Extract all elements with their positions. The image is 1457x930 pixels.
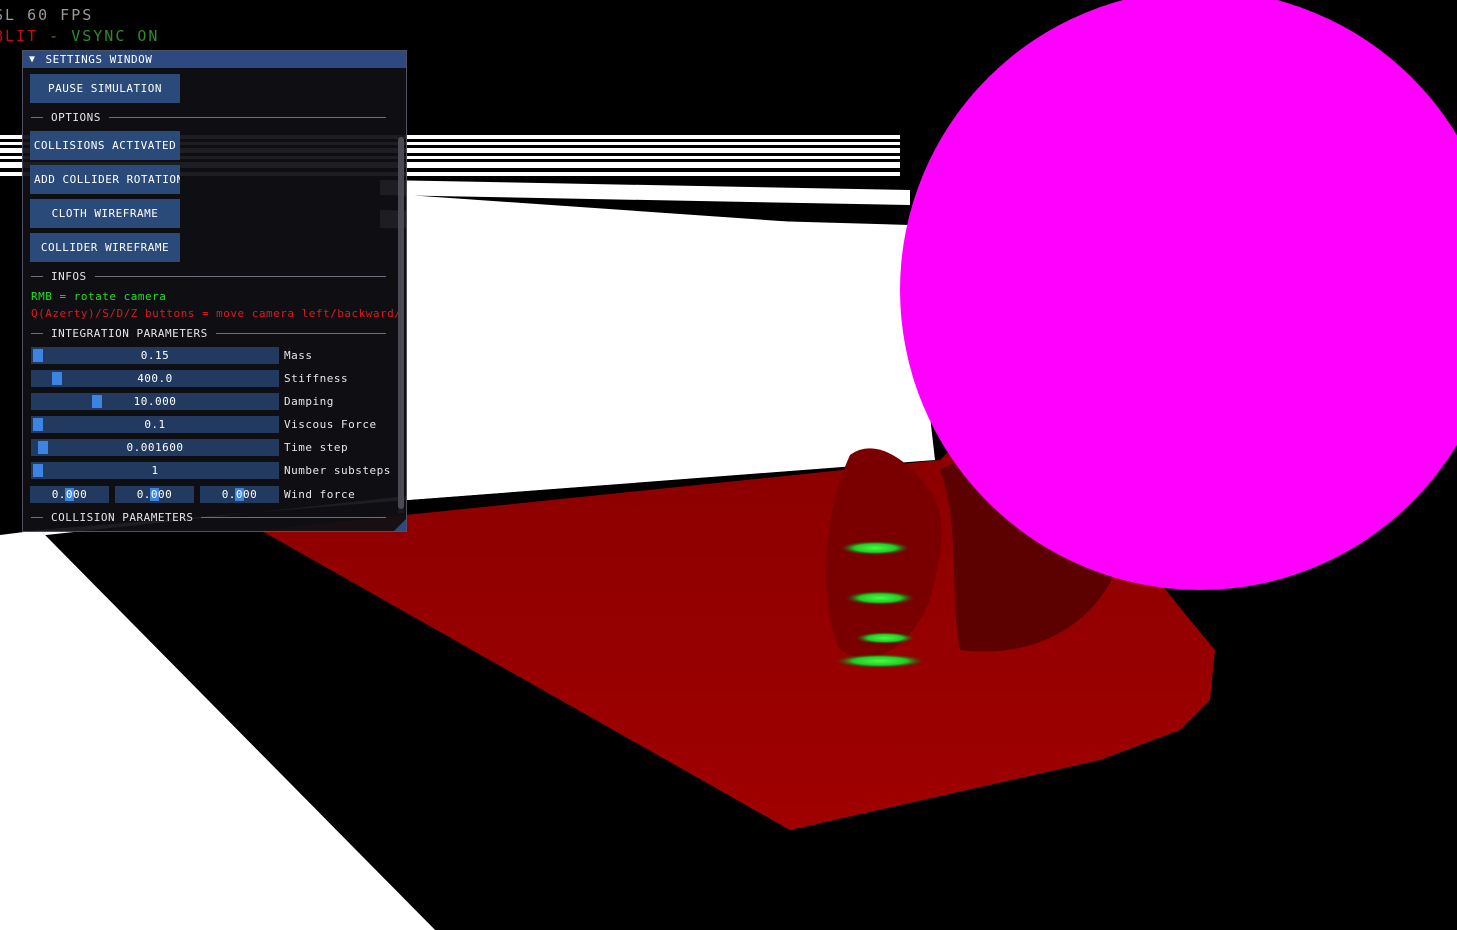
time-step-value: 0.001600 [126, 441, 184, 454]
window-title-bar[interactable]: ▼ SETTINGS WINDOW [23, 51, 406, 68]
info-move-camera: Q(Azerty)/S/D/Z buttons = move camera le… [31, 307, 402, 320]
vsync-status: BLIT - VSYNC ON [0, 27, 159, 45]
collision-parameters-header: COLLISION PARAMETERS [31, 511, 386, 524]
stiffness-slider[interactable]: 400.0 [31, 370, 279, 387]
mass-label: Mass [284, 349, 313, 362]
stiffness-label: Stiffness [284, 372, 349, 385]
settings-window[interactable]: ▼ SETTINGS WINDOW PAUSE SIMULATION OPTIO… [22, 50, 407, 532]
vsync-suffix: - VSYNC ON [38, 27, 160, 45]
wind-force-x-slider[interactable]: 0.000 [30, 486, 109, 503]
viscous-force-value: 0.1 [144, 418, 166, 431]
scrollbar-thumb[interactable] [398, 137, 404, 509]
wind-force-label: Wind force [284, 488, 356, 501]
collider-wireframe-button[interactable]: COLLIDER WIREFRAME [30, 233, 180, 262]
stiffness-value: 400.0 [137, 372, 173, 385]
collisions-toggle-button[interactable]: COLLISIONS ACTIVATED [30, 131, 180, 160]
time-step-label: Time step [284, 441, 349, 454]
resize-grip-icon[interactable] [394, 519, 406, 531]
mass-slider[interactable]: 0.15 [31, 347, 279, 364]
wind-force-x-value: 0.000 [51, 488, 88, 501]
cloth-wireframe-button[interactable]: CLOTH WIREFRAME [30, 199, 180, 228]
wind-force-y-value: 0.000 [136, 488, 173, 501]
damping-value: 10.000 [133, 395, 177, 408]
collision-highlight [840, 541, 910, 555]
pause-simulation-button[interactable]: PAUSE SIMULATION [30, 74, 180, 103]
infos-header: INFOS [31, 270, 386, 283]
number-substeps-slider[interactable]: 1 [31, 462, 279, 479]
mass-value: 0.15 [140, 349, 170, 362]
window-title: SETTINGS WINDOW [45, 53, 153, 66]
fps-counter: SL 60 FPS [0, 6, 94, 24]
integration-parameters-header: INTEGRATION PARAMETERS [31, 327, 386, 340]
damping-label: Damping [284, 395, 334, 408]
number-substeps-label: Number substeps [284, 464, 391, 477]
info-rotate-camera: RMB = rotate camera [31, 290, 167, 303]
wind-force-z-slider[interactable]: 0.000 [200, 486, 279, 503]
options-header: OPTIONS [31, 111, 386, 124]
viscous-force-slider[interactable]: 0.1 [31, 416, 279, 433]
time-step-slider[interactable]: 0.001600 [31, 439, 279, 456]
viscous-force-label: Viscous Force [284, 418, 377, 431]
number-substeps-value: 1 [151, 464, 159, 477]
collapse-arrow-icon[interactable]: ▼ [29, 54, 36, 65]
damping-slider[interactable]: 10.000 [31, 393, 279, 410]
add-collider-rotation-button[interactable]: ADD COLLIDER ROTATION [30, 165, 180, 194]
vsync-prefix: BLIT [0, 27, 39, 45]
wind-force-z-value: 0.000 [221, 488, 258, 501]
wind-force-y-slider[interactable]: 0.000 [115, 486, 194, 503]
